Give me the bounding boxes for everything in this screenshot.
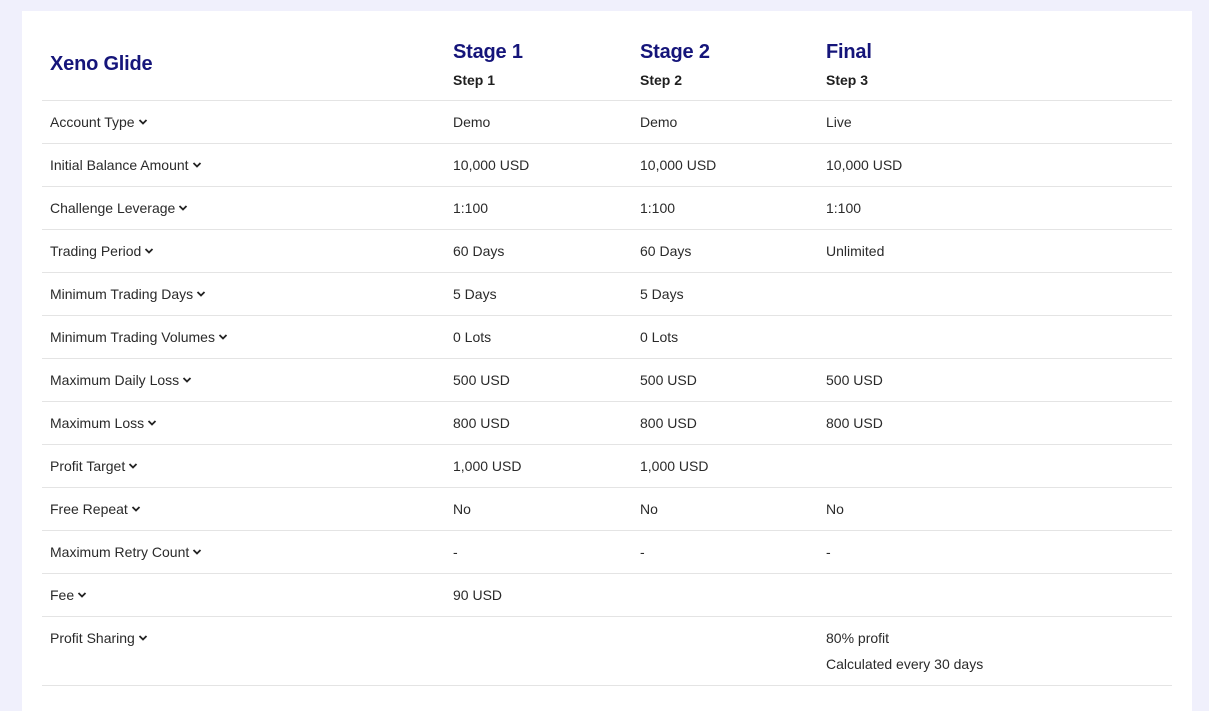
row-label-challenge-leverage[interactable]: Challenge Leverage [50,200,188,216]
chevron-down-icon[interactable] [178,203,188,213]
table-header: Xeno Glide Stage 1 Step 1 Stage 2 Step 2… [42,11,1172,101]
value-final: 500 USD [826,372,883,388]
row-label-max-loss[interactable]: Maximum Loss [50,415,157,431]
row-label-text: Challenge Leverage [50,200,176,216]
value-stage-2: Demo [640,114,678,130]
table-row: Maximum Daily Loss 500 USD 500 USD 500 U… [42,359,1172,402]
row-label-account-type[interactable]: Account Type [50,114,148,130]
value-final: Unlimited [826,243,885,259]
chevron-down-icon[interactable] [144,246,154,256]
stage-title: Final [826,41,872,63]
stage-step: Step 1 [453,72,496,88]
table-row: Maximum Retry Count - - - [42,531,1172,574]
value-stage-2: 500 USD [640,372,697,388]
table-body: Account Type Demo Demo Live Initial Bala… [42,101,1172,686]
profit-share-note: Calculated every 30 days [826,656,984,672]
table-row: Free Repeat No No No [42,488,1172,531]
stage-step: Step 3 [826,72,869,88]
value-final: Live [826,114,852,130]
value-final: 80% profit Calculated every 30 days [826,630,983,672]
value-stage-1: 800 USD [453,415,510,431]
value-stage-1: 10,000 USD [453,157,530,173]
value-stage-1: 1:100 [453,200,489,216]
value-stage-1: 0 Lots [453,329,492,345]
value-stage-1: Demo [453,114,491,130]
row-label-profit-target[interactable]: Profit Target [50,458,138,474]
brand-title: Xeno Glide [50,53,153,75]
row-label-text: Trading Period [50,243,142,259]
value-stage-2: 800 USD [640,415,697,431]
value-final: 10,000 USD [826,157,903,173]
value-stage-2: 1,000 USD [640,458,709,474]
value-stage-2: 1:100 [640,200,676,216]
value-final: 1:100 [826,200,862,216]
value-stage-1: 90 USD [453,587,503,603]
row-label-text: Maximum Retry Count [50,544,190,560]
stage-header-final: Final Step 3 [826,40,872,89]
row-label-text: Maximum Loss [50,415,145,431]
table-row: Minimum Trading Days 5 Days 5 Days [42,273,1172,316]
chevron-down-icon[interactable] [147,418,157,428]
row-label-text: Profit Sharing [50,630,135,646]
value-final: No [826,501,844,517]
table-row: Account Type Demo Demo Live [42,101,1172,144]
row-label-fee[interactable]: Fee [50,587,87,603]
chevron-down-icon[interactable] [182,375,192,385]
profit-share-line: 80% profit [826,630,890,646]
value-stage-1: No [453,501,471,517]
row-label-trading-period[interactable]: Trading Period [50,243,154,259]
row-label-min-trading-days[interactable]: Minimum Trading Days [50,286,206,302]
chevron-down-icon[interactable] [218,332,228,342]
value-stage-2: 10,000 USD [640,157,717,173]
chevron-down-icon[interactable] [192,547,202,557]
table-row: Initial Balance Amount 10,000 USD 10,000… [42,144,1172,187]
chevron-down-icon[interactable] [138,117,148,127]
row-label-max-daily-loss[interactable]: Maximum Daily Loss [50,372,192,388]
row-label-initial-balance[interactable]: Initial Balance Amount [50,157,202,173]
row-label-text: Minimum Trading Volumes [50,329,215,345]
row-label-max-retry-count[interactable]: Maximum Retry Count [50,544,202,560]
value-stage-1: - [453,544,458,560]
chevron-down-icon[interactable] [128,461,138,471]
stage-header-2: Stage 2 Step 2 [640,40,710,89]
table-row: Maximum Loss 800 USD 800 USD 800 USD [42,402,1172,445]
chevron-down-icon[interactable] [192,160,202,170]
comparison-card: Xeno Glide Stage 1 Step 1 Stage 2 Step 2… [22,11,1192,711]
stage-title: Stage 2 [640,41,710,63]
row-label-text: Maximum Daily Loss [50,372,180,388]
stage-title: Stage 1 [453,41,523,63]
value-final: - [826,544,831,560]
value-stage-2: - [640,544,645,560]
row-label-text: Fee [50,587,75,603]
value-final: 800 USD [826,415,883,431]
value-stage-1: 1,000 USD [453,458,522,474]
row-label-text: Profit Target [50,458,126,474]
chevron-down-icon[interactable] [138,633,148,643]
table-row: Challenge Leverage 1:100 1:100 1:100 [42,187,1172,230]
row-label-profit-sharing[interactable]: Profit Sharing [50,630,148,646]
value-stage-2: 5 Days [640,286,684,302]
value-stage-2: 60 Days [640,243,692,259]
value-stage-1: 5 Days [453,286,497,302]
stage-step: Step 2 [640,72,683,88]
table-row: Fee 90 USD [42,574,1172,617]
table-row: Trading Period 60 Days 60 Days Unlimited [42,230,1172,273]
chevron-down-icon[interactable] [77,590,87,600]
chevron-down-icon[interactable] [196,289,206,299]
row-label-text: Free Repeat [50,501,128,517]
row-label-min-trading-volumes[interactable]: Minimum Trading Volumes [50,329,228,345]
row-label-text: Account Type [50,114,135,130]
value-stage-2: No [640,501,658,517]
row-label-text: Minimum Trading Days [50,286,194,302]
chevron-down-icon[interactable] [131,504,141,514]
table-row: Profit Target 1,000 USD 1,000 USD [42,445,1172,488]
row-label-free-repeat[interactable]: Free Repeat [50,501,141,517]
stage-header-1: Stage 1 Step 1 [453,40,523,89]
table-row: Profit Sharing 80% profit Calculated eve… [42,617,1172,686]
value-stage-1: 500 USD [453,372,510,388]
table-row: Minimum Trading Volumes 0 Lots 0 Lots [42,316,1172,359]
value-stage-2: 0 Lots [640,329,679,345]
value-stage-1: 60 Days [453,243,505,259]
row-label-text: Initial Balance Amount [50,157,189,173]
